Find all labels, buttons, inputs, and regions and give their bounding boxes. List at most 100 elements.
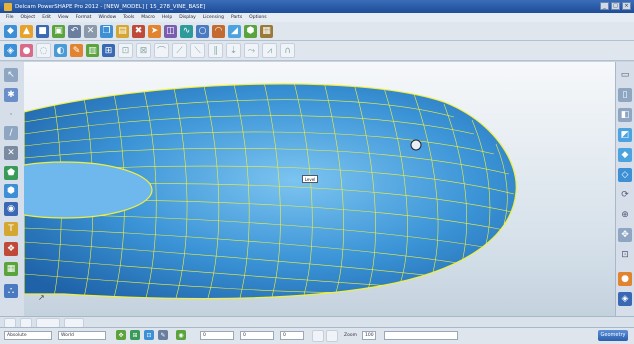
- menu-options[interactable]: Options: [249, 15, 266, 20]
- cut-icon[interactable]: ✕: [84, 24, 97, 38]
- blank-icon[interactable]: ◐: [54, 44, 67, 57]
- snap-icon[interactable]: ⊞: [130, 330, 140, 340]
- view-pan-icon[interactable]: ✥: [618, 228, 632, 242]
- level-icon[interactable]: ◈: [4, 44, 17, 57]
- view-front-icon[interactable]: ▯: [618, 88, 632, 102]
- menu-bar: File Object Edit View Format Window Tool…: [0, 13, 634, 22]
- surface-icon[interactable]: ◢: [228, 24, 241, 38]
- grid-icon[interactable]: ⊞: [102, 44, 115, 57]
- zoom-field[interactable]: 100: [362, 331, 376, 340]
- menu-edit[interactable]: Edit: [42, 15, 51, 20]
- right-toolbar: ▭ ▯ ◧ ◩ ◆ ◇ ⟳ ⊕ ✥ ⊡ ● ◈: [615, 62, 634, 316]
- lock-icon[interactable]: [312, 330, 324, 342]
- edge-icon[interactable]: ⌒: [154, 43, 169, 58]
- view-rotate-icon[interactable]: ⟳: [618, 188, 632, 202]
- grid-snap-icon[interactable]: ✥: [116, 330, 126, 340]
- color-icon[interactable]: ●: [20, 44, 33, 57]
- axis-lock-icon[interactable]: ⊡: [144, 330, 154, 340]
- workplane-select[interactable]: World: [58, 331, 106, 340]
- view-top-icon[interactable]: ▭: [618, 68, 632, 82]
- x-coordinate-field[interactable]: 0: [200, 331, 234, 340]
- menu-help[interactable]: Help: [162, 15, 172, 20]
- wire-shade-icon[interactable]: ⊡: [118, 43, 133, 58]
- text-icon[interactable]: T: [4, 222, 18, 236]
- material-icon[interactable]: ✎: [70, 44, 83, 57]
- zoom-label: Zoom: [344, 333, 357, 338]
- electrode-icon[interactable]: ⛬: [4, 284, 18, 298]
- select-icon[interactable]: ➤: [148, 24, 161, 38]
- window-title: Delcam PowerSHAPE Pro 2012 - [NEW_MODEL]…: [15, 3, 206, 10]
- blend-icon[interactable]: ⟍: [190, 43, 205, 58]
- view-settings-icon[interactable]: ◈: [618, 292, 632, 306]
- mesh-icon[interactable]: ▦: [260, 24, 273, 38]
- command-input[interactable]: [384, 331, 458, 340]
- line-icon[interactable]: /: [4, 126, 18, 140]
- arc-icon[interactable]: ◠: [212, 24, 225, 38]
- delete-icon[interactable]: ✖: [132, 24, 145, 38]
- menu-view[interactable]: View: [58, 15, 69, 20]
- menu-macro[interactable]: Macro: [141, 15, 155, 20]
- workplane-icon[interactable]: ✱: [4, 88, 18, 102]
- measure-icon[interactable]: ✎: [158, 330, 168, 340]
- menu-window[interactable]: Window: [98, 15, 116, 20]
- view-side-icon[interactable]: ◧: [618, 108, 632, 122]
- minimize-button[interactable]: _: [600, 2, 609, 10]
- view-zoom-icon[interactable]: ⊕: [618, 208, 632, 222]
- coord-mode-select[interactable]: Absolute: [4, 331, 52, 340]
- mesh-tool-icon[interactable]: ▦: [4, 262, 18, 276]
- copy-icon[interactable]: ❐: [100, 24, 113, 38]
- menu-tools[interactable]: Tools: [123, 15, 134, 20]
- point-icon[interactable]: ·: [4, 108, 18, 122]
- open-icon[interactable]: ▲: [20, 24, 33, 38]
- sweep-icon[interactable]: ⩘: [262, 43, 277, 58]
- assembly-icon[interactable]: ❖: [4, 242, 18, 256]
- feature-icon[interactable]: ◉: [4, 202, 18, 216]
- surface-tool-icon[interactable]: ⬟: [4, 166, 18, 180]
- view-shaded-icon[interactable]: ◆: [618, 148, 632, 162]
- pointer-icon[interactable]: ↖: [4, 68, 18, 82]
- menu-object[interactable]: Object: [21, 15, 36, 20]
- units-icon[interactable]: [326, 330, 338, 342]
- secondary-toolbar: ◈ ● ◌ ◐ ✎ ▥ ⊞ ⊡ ⊠ ⌒ ⟋ ⟍ ∥ ⇣ ⤳ ⩘ ∩: [0, 41, 634, 61]
- solid-icon[interactable]: ⬢: [244, 24, 257, 38]
- print-icon[interactable]: ▣: [52, 24, 65, 38]
- solid-tool-icon[interactable]: ⬢: [4, 184, 18, 198]
- drive-icon[interactable]: ⤳: [244, 43, 259, 58]
- geometry-button[interactable]: Geometry: [598, 330, 628, 341]
- save-icon[interactable]: ■: [36, 24, 49, 38]
- menu-parts[interactable]: Parts: [231, 15, 242, 20]
- hide-icon[interactable]: ◌: [36, 43, 51, 58]
- lower-status-bar: Absolute World ✥ ⊞ ⊡ ✎ ◉ 0 0 0 Zoom 100: [0, 327, 634, 344]
- offset-icon[interactable]: ∥: [208, 43, 223, 58]
- paste-icon[interactable]: ▤: [116, 24, 129, 38]
- undo-icon[interactable]: ↶: [68, 24, 81, 38]
- axis-indicator: ↗: [38, 293, 45, 302]
- circle-icon[interactable]: ○: [196, 24, 209, 38]
- trim-icon[interactable]: ⟋: [172, 43, 187, 58]
- view-fit-icon[interactable]: ⊡: [618, 248, 632, 262]
- curve-icon[interactable]: ∿: [180, 24, 193, 38]
- app-logo-icon: [4, 2, 12, 11]
- close-button[interactable]: ×: [622, 2, 631, 10]
- menu-format[interactable]: Format: [76, 15, 92, 20]
- maximize-button[interactable]: □: [611, 2, 620, 10]
- view-light-icon[interactable]: ●: [618, 272, 632, 286]
- view-wire-icon[interactable]: ◇: [618, 168, 632, 182]
- loft-icon[interactable]: ∩: [280, 43, 295, 58]
- dimension-icon[interactable]: ✕: [4, 146, 18, 160]
- y-coordinate-field[interactable]: 0: [240, 331, 274, 340]
- wireframe-icon[interactable]: ◫: [164, 24, 177, 38]
- main-toolbar: ◆ ▲ ■ ▣ ↶ ✕ ❐ ▤ ✖ ➤ ◫ ∿ ○ ◠ ◢ ⬢ ▦: [0, 22, 634, 41]
- new-icon[interactable]: ◆: [4, 24, 17, 38]
- cursor-marker: [410, 139, 422, 151]
- graphics-viewport[interactable]: ↗: [24, 62, 616, 316]
- project-icon[interactable]: ⇣: [226, 43, 241, 58]
- shade-icon[interactable]: ▥: [86, 44, 99, 57]
- menu-display[interactable]: Display: [179, 15, 196, 20]
- inspect-icon[interactable]: ◉: [176, 330, 186, 340]
- menu-licensing[interactable]: Licensing: [203, 15, 224, 20]
- mesh-view-icon[interactable]: ⊠: [136, 43, 151, 58]
- z-coordinate-field[interactable]: 0: [280, 331, 304, 340]
- menu-file[interactable]: File: [6, 15, 14, 20]
- view-iso-icon[interactable]: ◩: [618, 128, 632, 142]
